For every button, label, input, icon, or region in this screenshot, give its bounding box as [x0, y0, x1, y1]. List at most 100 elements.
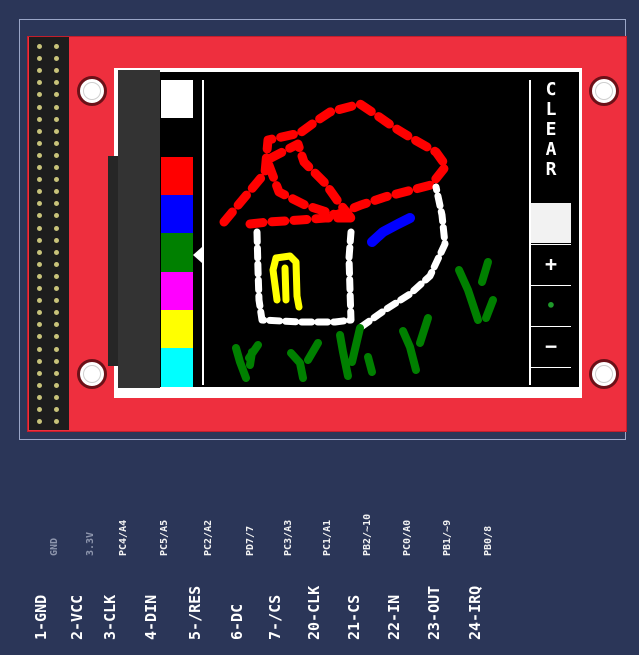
header-pin — [54, 44, 59, 49]
pin-label-port: PC5/A5 — [159, 519, 170, 556]
brush-dot-indicator: • — [546, 296, 556, 315]
header-pin — [37, 44, 42, 49]
header-pin — [54, 116, 59, 122]
header-pin — [54, 201, 59, 207]
pin-label-main: 7-/CS — [266, 594, 284, 640]
palette-divider — [202, 80, 204, 385]
clear-button[interactable]: C L E A R — [531, 80, 571, 200]
pin-label-main: 3-CLK — [101, 594, 119, 640]
header-pin — [37, 273, 42, 279]
pin-label-port: 3.3V — [85, 531, 96, 556]
header-pin — [37, 177, 42, 183]
brush-size-preview — [531, 203, 571, 243]
pin-label-main: 23-OUT — [425, 585, 443, 640]
header-pin — [54, 165, 59, 170]
palette-swatch-red[interactable] — [161, 156, 193, 196]
header-pin — [37, 128, 42, 134]
decrease-size-button[interactable]: − — [531, 327, 571, 367]
header-pin — [54, 273, 59, 279]
pin-label-port: PC4/A4 — [118, 519, 129, 556]
header-pin — [54, 394, 59, 400]
header-pin — [54, 177, 59, 183]
pin-label-port: GND — [49, 537, 60, 556]
pin-header — [29, 37, 69, 430]
header-pin — [37, 189, 42, 195]
header-pin — [37, 310, 42, 316]
clear-letter: R — [545, 159, 557, 180]
header-pin — [37, 152, 42, 158]
pin-label-main: 1-GND — [32, 594, 50, 640]
pin-label-main: 4-DIN — [142, 594, 160, 640]
pin-label-main: 5-/RES — [186, 585, 204, 640]
header-pin — [54, 382, 59, 388]
header-pin — [37, 92, 42, 98]
house-roof-stroke — [219, 99, 451, 229]
header-pin — [54, 237, 59, 243]
header-pin — [37, 104, 42, 110]
pin-label-main: 6-DC — [228, 603, 246, 640]
header-pin — [54, 261, 59, 267]
pin-label-port: PB1/~9 — [442, 519, 453, 556]
house-door-stroke — [269, 252, 303, 311]
palette-swatch-cyan[interactable] — [161, 348, 193, 388]
header-pin — [37, 322, 42, 328]
palette-swatch-green[interactable] — [161, 233, 193, 273]
header-pin — [54, 68, 59, 74]
header-pin — [54, 80, 59, 86]
header-pin — [37, 370, 42, 376]
header-pin — [37, 225, 42, 231]
header-pin — [37, 334, 42, 340]
header-pin — [54, 346, 59, 352]
mounting-hole-bottom-right — [589, 359, 619, 389]
palette-swatch-yellow[interactable] — [161, 309, 193, 349]
header-pin — [37, 201, 42, 207]
header-pin — [37, 407, 42, 412]
pin-label-port: PB2/~10 — [362, 513, 373, 556]
header-pin — [37, 382, 42, 388]
display-module-frame: C L E A R + • − 1-GND GND 2-VCC 3.3V 3-CLK PC… — [0, 0, 639, 655]
clear-letter: L — [545, 99, 557, 120]
header-pin — [37, 249, 42, 255]
header-pin — [54, 298, 59, 304]
header-pin — [54, 322, 59, 328]
palette-swatch-blue[interactable] — [161, 194, 193, 234]
house-window-stroke — [367, 213, 415, 247]
header-pin — [54, 104, 59, 110]
pin-label-port: PD7/7 — [245, 525, 256, 556]
header-pin — [37, 419, 42, 425]
header-pin — [37, 298, 42, 304]
header-pin — [54, 189, 59, 195]
drawing-canvas[interactable] — [205, 80, 528, 385]
pin-label-port: PB0/8 — [483, 525, 494, 556]
header-pin — [37, 80, 42, 86]
header-pin — [54, 225, 59, 231]
header-pin — [37, 237, 42, 243]
palette-swatch-black[interactable] — [161, 118, 193, 158]
header-pin — [54, 249, 59, 255]
header-pin — [54, 140, 59, 146]
pin-label-main: 20-CLK — [305, 585, 323, 640]
mounting-hole-bottom-left — [77, 359, 107, 389]
header-pin — [54, 213, 59, 219]
mounting-hole-top-right — [589, 76, 619, 106]
header-pin — [37, 116, 42, 122]
header-pin — [54, 310, 59, 316]
pin-label-port: PC1/A1 — [322, 519, 333, 556]
lcd-edge — [118, 70, 160, 388]
header-pin — [37, 358, 42, 364]
header-pin — [54, 286, 59, 291]
palette-swatch-white[interactable] — [161, 80, 193, 119]
palette-swatch-magenta[interactable] — [161, 271, 193, 311]
pin-label-port: PC0/A0 — [402, 519, 413, 556]
pin-label-port: PC3/A3 — [283, 519, 294, 556]
header-pin — [54, 334, 59, 340]
header-pin — [37, 68, 42, 74]
header-pin — [54, 370, 59, 376]
increase-size-button[interactable]: + — [531, 245, 571, 285]
header-pin — [37, 213, 42, 219]
pin-label-main: 24-IRQ — [466, 585, 484, 640]
header-pin — [37, 261, 42, 267]
header-pin — [54, 407, 59, 412]
pin-label-main: 21-CS — [345, 594, 363, 640]
header-pin — [37, 165, 42, 170]
